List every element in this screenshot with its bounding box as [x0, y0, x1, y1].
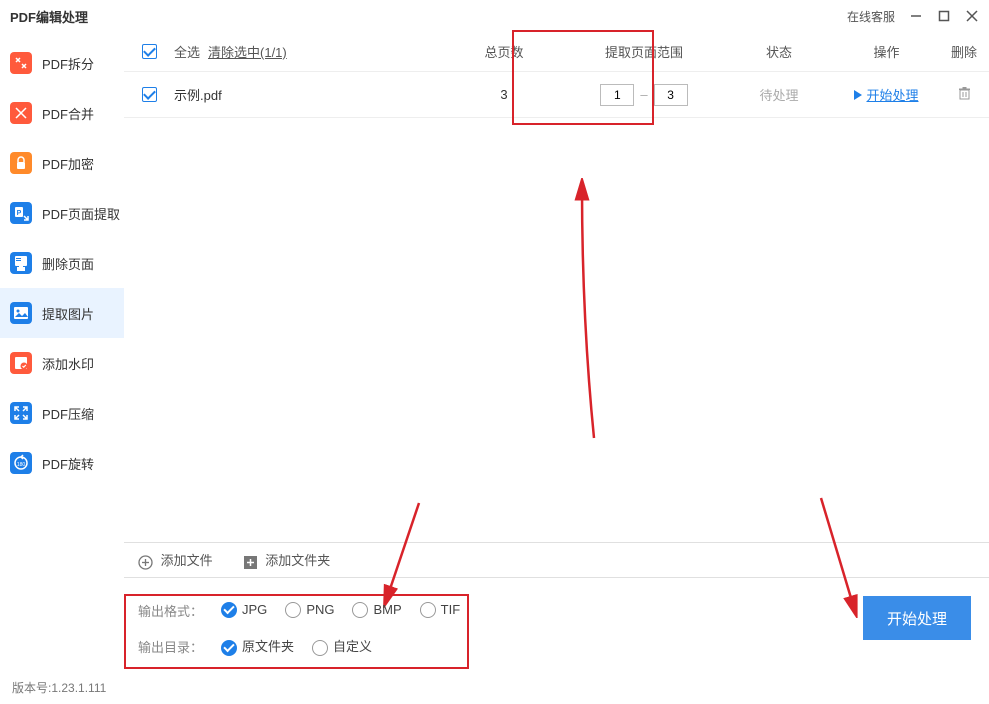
header-range: 提取页面范围 [564, 42, 724, 61]
range-to-input[interactable] [654, 84, 688, 106]
row-start-button[interactable]: 开始处理 [854, 85, 918, 104]
range-from-input[interactable] [600, 84, 634, 106]
compress-icon [10, 402, 32, 424]
empty-area [124, 118, 989, 542]
add-folder-button[interactable]: 添加文件夹 [243, 550, 331, 569]
file-name: 示例.pdf [174, 85, 444, 104]
dir-custom-radio[interactable]: 自定义 [312, 636, 372, 656]
header-total-pages: 总页数 [444, 42, 564, 61]
page-extract-icon: P [10, 202, 32, 224]
sidebar-item-extract-pages[interactable]: P PDF页面提取 [0, 188, 124, 238]
version-label: 版本号:1.23.1.111 [12, 679, 106, 696]
sidebar-item-label: PDF压缩 [42, 404, 94, 423]
watermark-icon [10, 352, 32, 374]
sidebar-item-rotate[interactable]: 180 PDF旋转 [0, 438, 124, 488]
range-inputs: – [564, 84, 724, 106]
options-area: 输出格式： JPG PNG BMP TIF 输出目录： 原文件夹 自定义 开始处… [124, 578, 989, 672]
split-icon [10, 52, 32, 74]
sidebar: PDF拆分 PDF合并 PDF加密 P PDF页面提取 删除页面 提取图片 添加… [0, 32, 124, 672]
svg-text:P: P [17, 210, 22, 217]
image-icon [10, 302, 32, 324]
select-all-label: 全选 [174, 42, 200, 61]
sidebar-item-label: PDF拆分 [42, 54, 94, 73]
clear-selected-link[interactable]: 清除选中(1/1) [208, 42, 287, 61]
sidebar-item-encrypt[interactable]: PDF加密 [0, 138, 124, 188]
sidebar-item-merge[interactable]: PDF合并 [0, 88, 124, 138]
maximize-button[interactable] [937, 9, 951, 23]
header-action: 操作 [834, 42, 939, 61]
online-service-link[interactable]: 在线客服 [847, 8, 895, 25]
sidebar-item-watermark[interactable]: 添加水印 [0, 338, 124, 388]
delete-button[interactable] [957, 89, 972, 104]
sidebar-item-label: PDF旋转 [42, 454, 94, 473]
add-file-button[interactable]: 添加文件 [138, 550, 213, 569]
content-area: 全选 清除选中(1/1) 总页数 提取页面范围 状态 操作 删除 示例.pdf … [124, 32, 989, 672]
annotation-arrow-up [554, 178, 614, 448]
table-row: 示例.pdf 3 – 待处理 开始处理 [124, 72, 989, 118]
dir-original-radio[interactable]: 原文件夹 [221, 636, 294, 656]
titlebar: PDF编辑处理 在线客服 [0, 0, 989, 32]
format-bmp-radio[interactable]: BMP [352, 602, 401, 619]
format-png-radio[interactable]: PNG [285, 602, 334, 619]
output-format-label: 输出格式： [138, 601, 203, 620]
range-separator: – [640, 87, 647, 102]
lock-icon [10, 152, 32, 174]
trash-icon [957, 86, 972, 101]
sidebar-item-delete-pages[interactable]: 删除页面 [0, 238, 124, 288]
delete-page-icon [10, 252, 32, 274]
sidebar-item-label: PDF合并 [42, 104, 94, 123]
select-all-checkbox[interactable] [142, 44, 157, 59]
svg-text:180: 180 [17, 462, 26, 468]
add-bar: 添加文件 添加文件夹 [124, 542, 989, 578]
header-delete: 删除 [939, 42, 989, 61]
sidebar-item-label: PDF加密 [42, 154, 94, 173]
app-title: PDF编辑处理 [10, 7, 88, 26]
file-status: 待处理 [724, 85, 834, 104]
sidebar-item-label: 删除页面 [42, 254, 94, 273]
row-checkbox[interactable] [142, 87, 157, 102]
start-processing-button[interactable]: 开始处理 [863, 596, 971, 640]
minimize-button[interactable] [909, 9, 923, 23]
sidebar-item-label: PDF页面提取 [42, 204, 120, 223]
file-pages: 3 [444, 87, 564, 102]
format-tif-radio[interactable]: TIF [420, 602, 461, 619]
rotate-icon: 180 [10, 452, 32, 474]
merge-icon [10, 102, 32, 124]
sidebar-item-compress[interactable]: PDF压缩 [0, 388, 124, 438]
plus-circle-icon [138, 555, 153, 570]
sidebar-item-label: 添加水印 [42, 354, 94, 373]
sidebar-item-split[interactable]: PDF拆分 [0, 38, 124, 88]
header-status: 状态 [724, 42, 834, 61]
sidebar-item-extract-images[interactable]: 提取图片 [0, 288, 124, 338]
sidebar-item-label: 提取图片 [42, 304, 94, 323]
plus-square-icon [243, 555, 258, 570]
close-button[interactable] [965, 9, 979, 23]
format-jpg-radio[interactable]: JPG [221, 602, 267, 619]
table-header: 全选 清除选中(1/1) 总页数 提取页面范围 状态 操作 删除 [124, 32, 989, 72]
output-dir-label: 输出目录： [138, 637, 203, 656]
play-icon [854, 90, 862, 100]
